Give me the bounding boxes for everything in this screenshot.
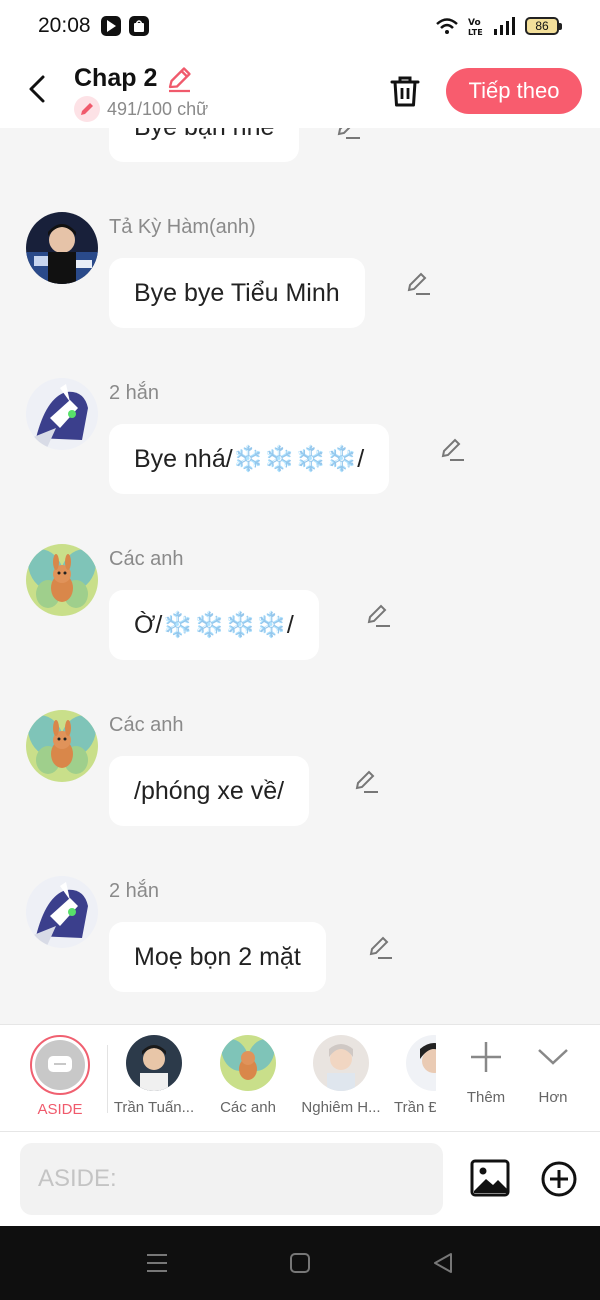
message-bubble[interactable]: /phóng xe về/ <box>109 756 310 826</box>
back-button[interactable] <box>20 72 54 106</box>
shopee-app-icon <box>128 16 149 36</box>
svg-text:Vo: Vo <box>468 18 481 28</box>
edit-message-icon[interactable] <box>404 270 432 298</box>
message-text: Ờ/❄️❄️❄️❄️/ <box>134 610 294 639</box>
volte-icon: VoLTE <box>468 18 483 36</box>
character-label: Nghiêm H... <box>301 1099 381 1116</box>
sender-name: 2 hắn <box>109 382 160 404</box>
message-text: Bye bye Tiểu Minh <box>134 278 340 307</box>
photo-avatar-icon <box>26 212 98 284</box>
play-app-icon <box>100 16 121 36</box>
fairy-avatar-icon <box>26 544 98 616</box>
word-count: 491/100 chữ <box>107 98 209 119</box>
editor-header: Chap 2 491/100 chữ Tiếp theo <box>0 52 600 128</box>
avatar <box>406 1035 436 1091</box>
sender-name: Các anh <box>109 548 184 570</box>
sender-name: Các anh <box>109 714 184 736</box>
character-cac-anh[interactable]: Các anh <box>210 1035 286 1116</box>
character-label: Các anh <box>220 1099 276 1116</box>
chevron-down-icon <box>538 1049 568 1065</box>
aside-avatar <box>30 1035 90 1095</box>
plus-icon <box>471 1042 501 1072</box>
avatar <box>126 1035 182 1091</box>
message-bubble[interactable]: Bye bye Tiểu Minh <box>109 258 365 328</box>
message-bubble[interactable]: Bye nhá/❄️❄️❄️❄️/ <box>109 424 390 494</box>
character-tran-tuan[interactable]: Trần Tuấn... <box>112 1035 196 1116</box>
robot-avatar-icon <box>26 876 98 948</box>
plus-circle-icon <box>541 1161 577 1197</box>
chat-bubble-icon <box>48 1056 72 1072</box>
sender-name: 2 hắn <box>109 880 160 902</box>
chevron-left-icon <box>29 75 45 103</box>
home-square-icon <box>290 1253 310 1273</box>
character-nghiem-h[interactable]: Nghiêm H... <box>298 1035 384 1116</box>
message-bubble[interactable]: Moẹ bọn 2 mặt <box>109 922 326 992</box>
recents-button[interactable] <box>145 1252 169 1274</box>
message-text: Bye bạn nhé <box>134 128 274 142</box>
character-aside[interactable]: ASIDE <box>20 1035 100 1118</box>
message-bubble-partial[interactable]: Bye bạn nhé <box>109 128 300 162</box>
trash-icon <box>390 76 420 107</box>
robot-avatar-icon <box>26 378 98 450</box>
avatar[interactable] <box>26 876 98 948</box>
image-icon <box>470 1159 510 1197</box>
menu-icon <box>147 1254 167 1272</box>
character-label: ASIDE <box>37 1101 83 1118</box>
word-count-pencil-icon <box>74 96 100 122</box>
battery-level: 86 <box>525 17 559 35</box>
fairy-avatar-icon <box>26 710 98 782</box>
aside-input[interactable] <box>20 1143 443 1215</box>
next-button[interactable]: Tiếp theo <box>446 68 582 114</box>
composer <box>0 1132 600 1226</box>
avatar <box>220 1035 276 1091</box>
message-text: /phóng xe về/ <box>134 776 285 805</box>
edit-message-icon[interactable] <box>438 436 466 464</box>
character-label: Trần Tuấn... <box>113 1099 195 1116</box>
signal-icon <box>494 17 515 35</box>
add-button[interactable] <box>540 1160 578 1198</box>
message-text: Bye nhá/❄️❄️❄️❄️/ <box>134 444 365 473</box>
message-bubble[interactable]: Ờ/❄️❄️❄️❄️/ <box>109 590 319 660</box>
avatar <box>313 1035 369 1091</box>
sender-name: Tả Kỳ Hàm(anh) <box>109 216 256 238</box>
add-character-button[interactable]: Thêm <box>458 1039 514 1106</box>
avatar[interactable] <box>26 378 98 450</box>
edit-title-icon[interactable] <box>165 65 193 93</box>
avatar[interactable] <box>26 710 98 782</box>
status-time: 20:08 <box>38 14 91 37</box>
home-button[interactable] <box>289 1252 313 1274</box>
strip-divider <box>107 1045 108 1113</box>
edit-message-icon[interactable] <box>334 128 362 142</box>
delete-button[interactable] <box>386 72 424 110</box>
system-nav-bar <box>0 1226 600 1300</box>
character-label: Trần Đ <box>394 1099 436 1116</box>
chapter-title: Chap 2 <box>74 64 158 92</box>
more-characters-button[interactable]: Hơn <box>528 1039 578 1106</box>
edit-message-icon[interactable] <box>366 934 394 962</box>
status-bar: 20:08 Vo LTE 86 <box>0 0 600 52</box>
character-tran-d[interactable]: Trần Đ <box>394 1035 436 1116</box>
battery-icon: 86 <box>525 17 562 35</box>
message-text: Moẹ bọn 2 mặt <box>134 942 301 971</box>
chat-editor-screen: 20:08 Vo LTE 86 Chap 2 491/100 chữ Tiếp … <box>0 0 600 1300</box>
wifi-icon <box>436 18 458 34</box>
avatar[interactable] <box>26 544 98 616</box>
insert-image-button[interactable] <box>470 1158 510 1198</box>
edit-message-icon[interactable] <box>352 768 380 796</box>
svg-text:LTE: LTE <box>468 28 483 36</box>
avatar[interactable] <box>26 212 98 284</box>
more-label: Hơn <box>538 1089 568 1106</box>
back-triangle-icon <box>434 1253 452 1273</box>
chat-area[interactable]: Bye bạn nhé Tả Kỳ Hàm(anh) Bye bye Tiểu … <box>0 128 600 1024</box>
edit-message-icon[interactable] <box>364 602 392 630</box>
system-back-button[interactable] <box>432 1252 456 1274</box>
character-selector: ASIDE Trần Tuấn... Các anh Nghiêm H... T… <box>0 1024 600 1132</box>
add-label: Thêm <box>466 1089 506 1106</box>
